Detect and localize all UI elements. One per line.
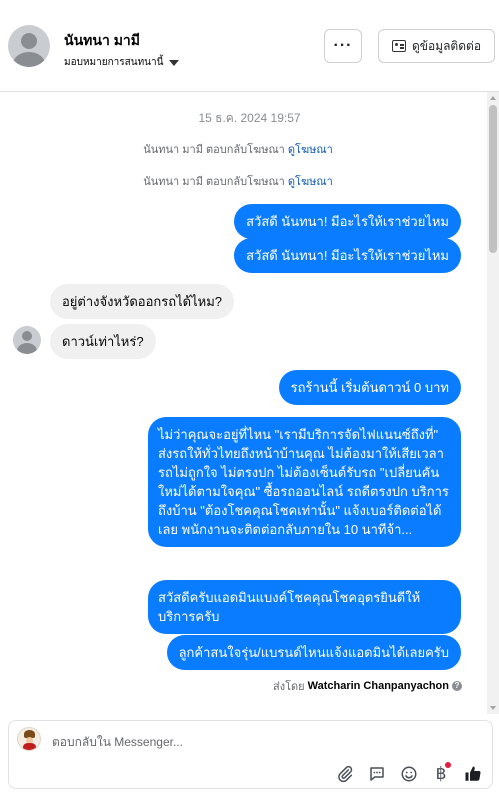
saved-reply-icon[interactable] (367, 764, 387, 784)
outgoing-message[interactable]: ไม่ว่าคุณจะอยู่ที่ไหน "เรามีบริการจัดไฟแ… (148, 417, 461, 547)
ad-reply-text: นันทนา มามี ตอบกลับโฆษณา (143, 144, 285, 156)
view-contact-info-button[interactable]: ดูข้อมูลติดต่อ (378, 29, 495, 63)
scroll-down-arrow-icon[interactable] (490, 706, 496, 710)
page-avatar (17, 727, 41, 751)
baht-icon[interactable]: ฿ (431, 762, 451, 784)
more-options-button[interactable]: ··· (324, 29, 362, 63)
sent-by-info: ส่งโดย Watcharin Chanpanyachon ? (273, 677, 462, 695)
outgoing-message[interactable]: ลูกค้าสนใจรุ่น/แบรนด์ไหนแจ้งแอดมินได้เลย… (166, 635, 461, 670)
sent-by-prefix: ส่งโดย (273, 681, 305, 693)
sender-avatar (13, 326, 41, 354)
incoming-message[interactable]: ดาวน์เท่าไหร่? (50, 324, 156, 359)
scrollbar-thumb[interactable] (489, 105, 497, 253)
view-ad-link[interactable]: ดูโฆษณา (288, 144, 333, 156)
help-icon[interactable]: ? (452, 681, 462, 691)
ad-reply-text: นันทนา มามี ตอบกลับโฆษณา (143, 176, 285, 188)
thumbs-up-icon[interactable] (463, 764, 483, 784)
outgoing-message[interactable]: รถร้านนี้ เริ่มต้นดาวน์ 0 บาท (278, 370, 461, 405)
contact-name[interactable]: นันทนา มามี (64, 30, 140, 52)
paperclip-icon[interactable] (335, 764, 355, 784)
outgoing-message[interactable]: สวัสดี นันทนา! มีอะไรให้เราช่วยไหม (234, 204, 461, 239)
thread-scrollbar[interactable] (487, 92, 499, 714)
conversation-header: นันทนา มามี มอบหมายการสนทนานี้ ··· ดูข้อ… (0, 0, 499, 92)
outgoing-message[interactable]: สวัสดี นันทนา! มีอะไรให้เราช่วยไหม (234, 238, 461, 273)
message-thread[interactable]: 15 ธ.ค. 2024 19:57 นันทนา มามี ตอบกลับโฆ… (0, 92, 499, 714)
outgoing-message[interactable]: สวัสดีครับแอดมินแบงค์โชคคุณโชคอุดรยินดีใ… (148, 580, 461, 634)
emoji-icon[interactable] (399, 764, 419, 784)
ad-reply-notice: นันทนา มามี ตอบกลับโฆษณา ดูโฆษณา (0, 172, 476, 190)
scroll-up-arrow-icon[interactable] (490, 96, 496, 100)
notification-dot (445, 762, 451, 768)
reply-composer: ฿ (8, 720, 493, 789)
assign-conversation-label: มอบหมายการสนทนานี้ (64, 57, 164, 68)
contact-card-icon (391, 40, 406, 52)
assign-conversation-dropdown[interactable]: มอบหมายการสนทนานี้ (64, 55, 180, 70)
incoming-message[interactable]: อยู่ต่างจังหวัดออกรถได้ไหม? (50, 284, 235, 319)
reply-input[interactable] (52, 735, 432, 749)
contact-avatar[interactable] (8, 25, 50, 67)
view-contact-info-label: ดูข้อมูลติดต่อ (411, 38, 482, 53)
view-ad-link[interactable]: ดูโฆษณา (288, 176, 333, 188)
caret-down-icon (169, 59, 180, 66)
message-timestamp: 15 ธ.ค. 2024 19:57 (198, 111, 301, 125)
sent-by-name: Watcharin Chanpanyachon (307, 680, 449, 692)
ad-reply-notice: นันทนา มามี ตอบกลับโฆษณา ดูโฆษณา (0, 140, 476, 158)
